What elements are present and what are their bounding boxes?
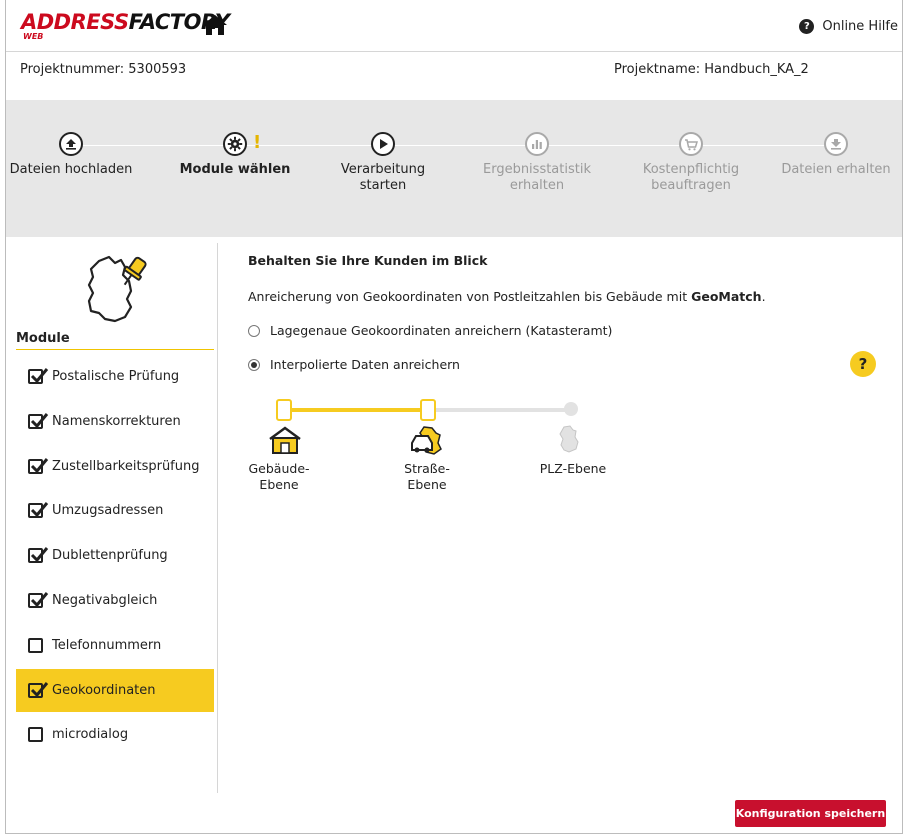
step-start-processing[interactable]: Verarbeitung starten	[318, 132, 448, 194]
modules-list: Postalische Prüfung Namenskorrekturen Zu…	[16, 355, 214, 758]
module-label: Postalische Prüfung	[52, 369, 180, 384]
module-label: Dublettenprüfung	[52, 548, 168, 564]
checkbox-checked[interactable]	[28, 681, 49, 698]
step-label: Ergebnisstatistik erhalten	[482, 162, 591, 193]
checkbox-checked[interactable]	[28, 412, 49, 429]
project-info-row: Projektnummer: 5300593 Projektname: Hand…	[6, 52, 902, 100]
project-number: Projektnummer: 5300593	[20, 62, 187, 77]
module-label: Zustellbarkeitsprüfung	[52, 458, 200, 474]
radio-cadastral[interactable]: Lagegenaue Geokoordinaten anreichern (Ka…	[248, 323, 612, 338]
checkbox-checked[interactable]	[28, 368, 49, 384]
module-geocoordinates[interactable]: Geokoordinaten	[16, 668, 214, 712]
radio-interpolated[interactable]: Interpolierte Daten anreichern	[248, 357, 460, 372]
checkbox-checked[interactable]	[28, 592, 49, 608]
checkbox-checked[interactable]	[28, 457, 49, 474]
module-postal-check[interactable]: Postalische Prüfung	[16, 355, 214, 398]
step-modules[interactable]: Module wählen	[170, 132, 300, 178]
online-help-label: Online Hilfe	[822, 19, 898, 34]
module-name-corrections[interactable]: Namenskorrekturen	[16, 400, 214, 443]
module-label: Geokoordinaten	[52, 682, 156, 698]
sidebar-divider	[217, 243, 218, 793]
app-frame: ADDRESSFACTORY WEB ? Online Hilfe Projek…	[5, 0, 903, 834]
radio-button-selected[interactable]	[248, 358, 260, 371]
level-building-label: Gebäude- Ebene	[248, 461, 310, 492]
radio-label: Interpolierte Daten anreichern	[270, 357, 460, 372]
panel-description: Anreicherung von Geokoordinaten von Post…	[248, 289, 766, 304]
germany-map-icon	[558, 425, 580, 457]
module-label: Negativabgleich	[52, 592, 158, 608]
slider-track-inactive	[430, 408, 570, 412]
help-icon: ?	[799, 19, 815, 34]
checkbox-unchecked[interactable]	[28, 727, 43, 743]
modules-title: Module	[16, 331, 214, 350]
modules-sidebar: Module Postalische Prüfung Namenskorrekt…	[16, 243, 216, 791]
download-icon	[824, 132, 848, 156]
top-header: ADDRESSFACTORY WEB ? Online Hilfe	[6, 0, 902, 52]
radio-label: Lagegenaue Geokoordinaten anreichern (Ka…	[270, 323, 613, 338]
step-download: Dateien erhalten	[771, 132, 901, 178]
bar-chart-icon	[525, 132, 549, 156]
step-label: Module wählen	[179, 162, 291, 177]
slider-handle-street[interactable]	[420, 399, 436, 421]
checkbox-unchecked[interactable]	[28, 637, 43, 653]
slider-handle-building[interactable]	[276, 399, 292, 421]
home-icon[interactable]	[202, 14, 228, 40]
germany-map-pin-icon	[81, 251, 151, 331]
module-label: Telefonnummern	[52, 637, 162, 653]
module-deliverability-check[interactable]: Zustellbarkeitsprüfung	[16, 445, 214, 488]
online-help-link[interactable]: ? Online Hilfe	[799, 19, 898, 34]
checkbox-checked[interactable]	[28, 547, 49, 564]
module-relocation-addresses[interactable]: Umzugsadressen	[16, 489, 214, 532]
step-upload[interactable]: Dateien hochladen	[6, 132, 136, 178]
level-plz-label: PLZ-Ebene	[539, 461, 607, 476]
module-negative-matching[interactable]: Negativabgleich	[16, 579, 214, 622]
slider-end-plz	[564, 402, 578, 416]
project-name: Projektname: Handbuch_KA_2	[614, 62, 809, 77]
checkbox-checked[interactable]	[28, 502, 49, 519]
addressfactory-logo[interactable]: ADDRESSFACTORY WEB	[21, 10, 230, 41]
module-phone-numbers[interactable]: Telefonnummern	[16, 624, 214, 667]
street-map-icon	[410, 425, 444, 459]
module-duplicate-check[interactable]: Dublettenprüfung	[16, 534, 214, 577]
panel-title: Behalten Sie Ihre Kunden im Blick	[248, 253, 488, 268]
precision-level-slider[interactable]: Gebäude- Ebene Straße- Ebene PLZ-Ebene	[248, 395, 608, 505]
save-configuration-button[interactable]: Konfiguration speichern	[735, 800, 886, 827]
step-label: Kostenpflichtig beauftragen	[642, 162, 740, 193]
geomatch-name: GeoMatch	[691, 289, 762, 304]
level-street-label: Straße- Ebene	[404, 461, 450, 492]
play-icon	[371, 132, 395, 156]
radio-button[interactable]	[248, 324, 260, 337]
module-microdialog[interactable]: microdialog	[16, 713, 214, 756]
house-icon	[268, 426, 302, 458]
module-label: microdialog	[52, 727, 129, 743]
module-label: Umzugsadressen	[52, 503, 164, 519]
workflow-stepper: Dateien hochladen Module wählen ! Verarb…	[6, 100, 902, 237]
step-label: Dateien erhalten	[781, 162, 891, 177]
help-hint-icon[interactable]: ?	[850, 351, 876, 377]
gear-icon	[223, 132, 247, 156]
step-label: Dateien hochladen	[9, 162, 133, 177]
step-statistics: Ergebnisstatistik erhalten	[472, 132, 602, 194]
step-label: Verarbeitung starten	[340, 162, 426, 193]
module-label: Namenskorrekturen	[52, 413, 181, 429]
warning-icon: !	[253, 132, 262, 153]
slider-track-active	[280, 408, 430, 412]
cart-icon	[679, 132, 703, 156]
step-order: Kostenpflichtig beauftragen	[626, 132, 756, 194]
upload-icon	[59, 132, 83, 156]
